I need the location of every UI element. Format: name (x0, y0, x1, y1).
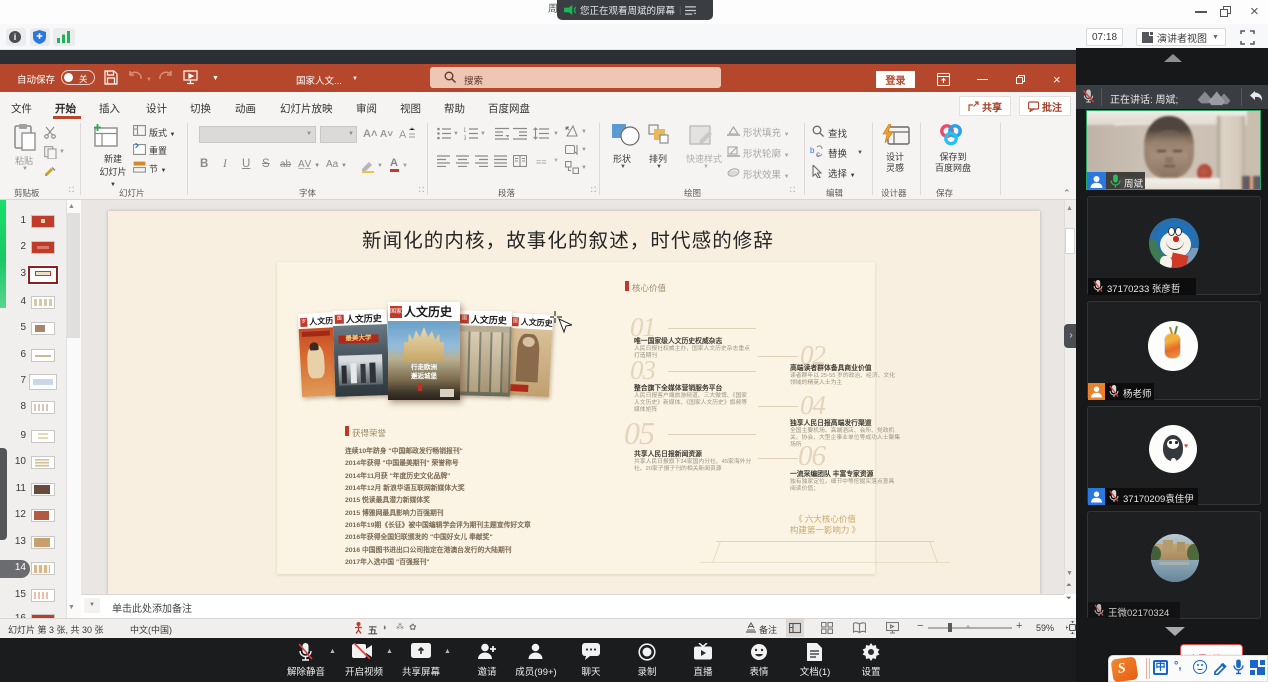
svg-text:3: 3 (464, 136, 467, 140)
svg-text:A: A (399, 129, 407, 141)
svg-text:1: 1 (464, 128, 467, 134)
svg-text:b: b (810, 146, 815, 155)
